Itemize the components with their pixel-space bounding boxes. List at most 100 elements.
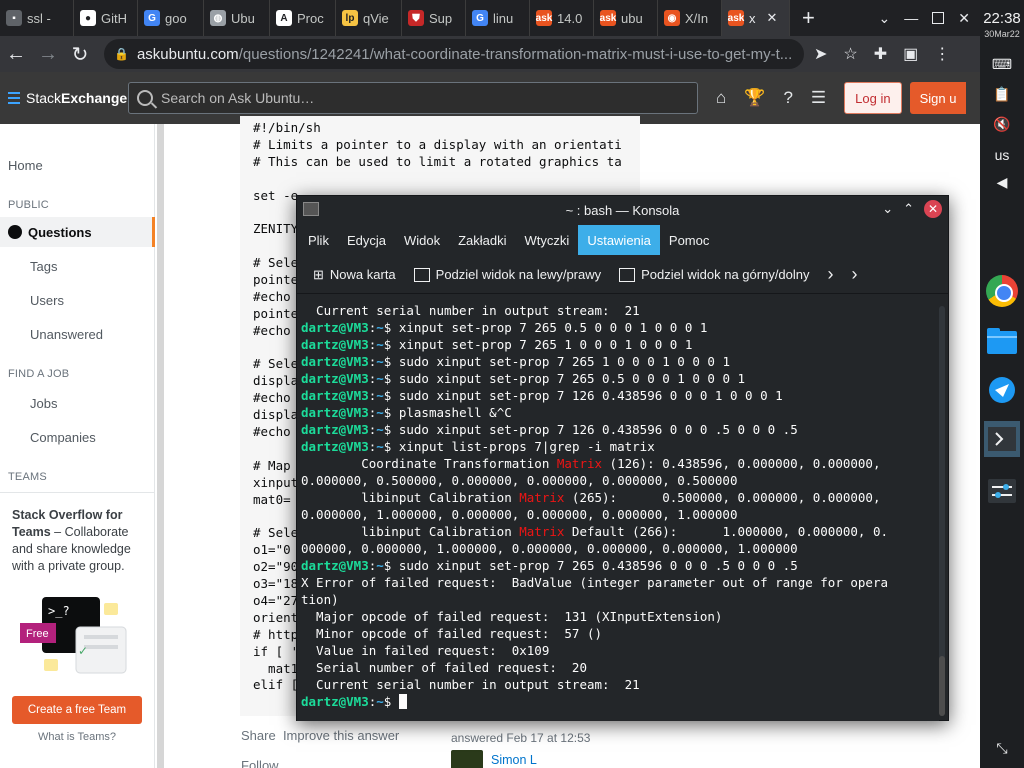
close-window-icon[interactable]: ✕ xyxy=(958,10,970,27)
keyboard-icon[interactable]: ⌨ xyxy=(992,54,1012,74)
send-icon[interactable]: ➤ xyxy=(814,44,827,64)
google-icon: G xyxy=(144,10,160,26)
askubuntu-icon: ask xyxy=(536,10,552,26)
nav-companies[interactable]: Companies xyxy=(30,430,96,445)
close-tab-icon[interactable]: ✕ xyxy=(767,10,778,26)
nav-unanswered[interactable]: Unanswered xyxy=(30,327,103,342)
sidebar-scrollbar[interactable] xyxy=(157,124,164,768)
browser-tab[interactable]: ▪ ssl - xyxy=(0,0,74,36)
maximize-chevron-icon[interactable]: ⌃ xyxy=(903,201,914,217)
site-search-input[interactable]: Search on Ask Ubuntu… xyxy=(128,82,698,114)
nav-questions[interactable]: Questions xyxy=(0,217,155,247)
login-button[interactable]: Log in xyxy=(844,82,902,114)
prompt-symbol: $ xyxy=(383,371,399,386)
command-text: xinput list-props 7|grep -i matrix xyxy=(398,439,655,454)
konsole-menu-item[interactable]: Zakładki xyxy=(449,225,515,255)
nav-users[interactable]: Users xyxy=(30,293,64,308)
settings-taskbar-icon[interactable] xyxy=(984,473,1020,509)
help-icon[interactable]: ? xyxy=(783,88,792,108)
letter-a-icon: A xyxy=(276,10,292,26)
command-text: sudo xinput set-prop 7 126 0.438596 0 0 … xyxy=(398,422,798,437)
address-bar[interactable]: 🔒 askubuntu.com/questions/1242241/what-c… xyxy=(104,39,804,69)
terminal-scrollbar[interactable] xyxy=(939,306,945,716)
prompt-user: dartz@VM3 xyxy=(301,320,369,335)
back-icon[interactable]: ← xyxy=(0,43,32,66)
signup-button[interactable]: Sign u xyxy=(909,82,967,114)
konsole-menu-item[interactable]: Ustawienia xyxy=(578,225,660,255)
split-top-bottom-tool[interactable]: Podziel widok na górny/dolny xyxy=(619,267,810,282)
terminal-line: Coordinate Transformation Matrix (126): … xyxy=(301,455,939,472)
share-link[interactable]: Share xyxy=(241,728,276,743)
browser-tab[interactable]: Glinu xyxy=(466,0,530,36)
extensions-icon[interactable]: ✚ xyxy=(874,44,887,64)
output-text: Minor opcode of failed request: 57 () xyxy=(301,626,603,641)
reload-icon[interactable]: ↻ xyxy=(64,42,96,67)
clipboard-icon[interactable]: 📋 xyxy=(992,84,1012,104)
collapse-arrow-icon[interactable]: ◀ xyxy=(992,172,1012,192)
free-badge: Free xyxy=(26,628,49,640)
follow-link[interactable]: Follow xyxy=(241,758,279,768)
discover-taskbar-icon[interactable] xyxy=(984,372,1020,408)
new-tab-tool[interactable]: ⊞ Nowa karta xyxy=(313,267,396,283)
split-left-right-tool[interactable]: Podziel widok na lewy/prawy xyxy=(413,267,601,282)
create-free-team-button[interactable]: Create a free Team xyxy=(12,696,142,724)
browser-tab[interactable]: ◍ Ubu xyxy=(204,0,270,36)
konsole-window-buttons: ⌄ ⌃ ✕ xyxy=(882,200,942,218)
scrollbar-thumb[interactable] xyxy=(939,656,945,716)
browser-tab[interactable]: ◉ X/In xyxy=(658,0,722,36)
konsole-titlebar[interactable]: ~ : bash — Konsola ⌄ ⌃ ✕ xyxy=(297,196,948,224)
clock[interactable]: 22:38 xyxy=(980,10,1024,27)
browser-tab[interactable]: ● GitH xyxy=(74,0,138,36)
github-icon: ● xyxy=(80,10,96,26)
konsole-menu-item[interactable]: Widok xyxy=(395,225,449,255)
nav-home[interactable]: Home xyxy=(8,158,43,173)
toolbar-overflow-icon[interactable]: › xyxy=(828,264,834,285)
nav-jobs[interactable]: Jobs xyxy=(30,396,57,411)
browser-tab[interactable]: ⛊ Sup xyxy=(402,0,466,36)
output-text: Default (266): 1.000000, 0.000000, 0. xyxy=(564,524,889,539)
side-panel-icon[interactable]: ▣ xyxy=(903,44,918,64)
menu-dots-icon[interactable]: ⋮ xyxy=(934,44,950,64)
achievements-trophy-icon[interactable]: 🏆 xyxy=(744,88,765,108)
konsole-menu-item[interactable]: Edycja xyxy=(338,225,395,255)
askubuntu-icon: ask xyxy=(600,10,616,26)
minimize-icon[interactable]: — xyxy=(904,10,918,26)
restore-icon[interactable] xyxy=(932,12,945,24)
prompt-path: ~ xyxy=(376,354,384,369)
avatar[interactable] xyxy=(451,750,483,768)
browser-tab[interactable]: ask 14.0 xyxy=(530,0,594,36)
browser-tab[interactable]: Ggoo xyxy=(138,0,204,36)
improve-answer-link[interactable]: Improve this answer xyxy=(283,728,399,743)
konsole-app-icon xyxy=(303,202,319,216)
site-switcher-icon[interactable]: ☰ xyxy=(811,88,826,108)
files-taskbar-icon[interactable] xyxy=(984,323,1020,359)
keyboard-layout[interactable]: us xyxy=(980,147,1024,163)
konsole-menu-item[interactable]: Pomoc xyxy=(660,225,718,255)
toolbar-more-icon[interactable]: › xyxy=(852,264,858,285)
browser-tab[interactable]: ask x ✕ xyxy=(722,0,790,36)
browser-tab[interactable]: lp qVie xyxy=(336,0,402,36)
tab-search-icon[interactable]: ⌄ xyxy=(879,10,891,27)
prompt-symbol: $ xyxy=(383,388,399,403)
stackexchange-logo[interactable]: StackExchange xyxy=(0,90,128,106)
minimize-chevron-icon[interactable]: ⌄ xyxy=(882,201,893,217)
inbox-icon[interactable]: ⌂ xyxy=(716,88,726,108)
new-tab-button[interactable]: + xyxy=(790,0,827,36)
nav-tags[interactable]: Tags xyxy=(30,259,57,274)
close-icon[interactable]: ✕ xyxy=(924,200,942,218)
browser-tab[interactable]: A Proc xyxy=(270,0,336,36)
konsole-menu-item[interactable]: Wtyczki xyxy=(516,225,579,255)
prompt-path: ~ xyxy=(376,320,384,335)
konsole-taskbar-icon[interactable] xyxy=(984,421,1020,457)
what-is-teams-link[interactable]: What is Teams? xyxy=(38,731,116,743)
konsole-menu-item[interactable]: Plik xyxy=(299,225,338,255)
nav-questions-label: Questions xyxy=(28,224,92,240)
terminal-output[interactable]: Current serial number in output stream: … xyxy=(297,294,939,721)
chrome-taskbar-icon[interactable] xyxy=(984,273,1020,309)
bookmark-star-icon[interactable]: ☆ xyxy=(843,44,857,64)
answerer-name[interactable]: Simon L xyxy=(491,753,537,767)
resize-handle-icon[interactable]: ⤡ xyxy=(992,738,1012,758)
forward-icon[interactable]: → xyxy=(32,43,64,66)
browser-tab[interactable]: ask ubu xyxy=(594,0,658,36)
volume-muted-icon[interactable]: 🔇 xyxy=(992,114,1012,134)
